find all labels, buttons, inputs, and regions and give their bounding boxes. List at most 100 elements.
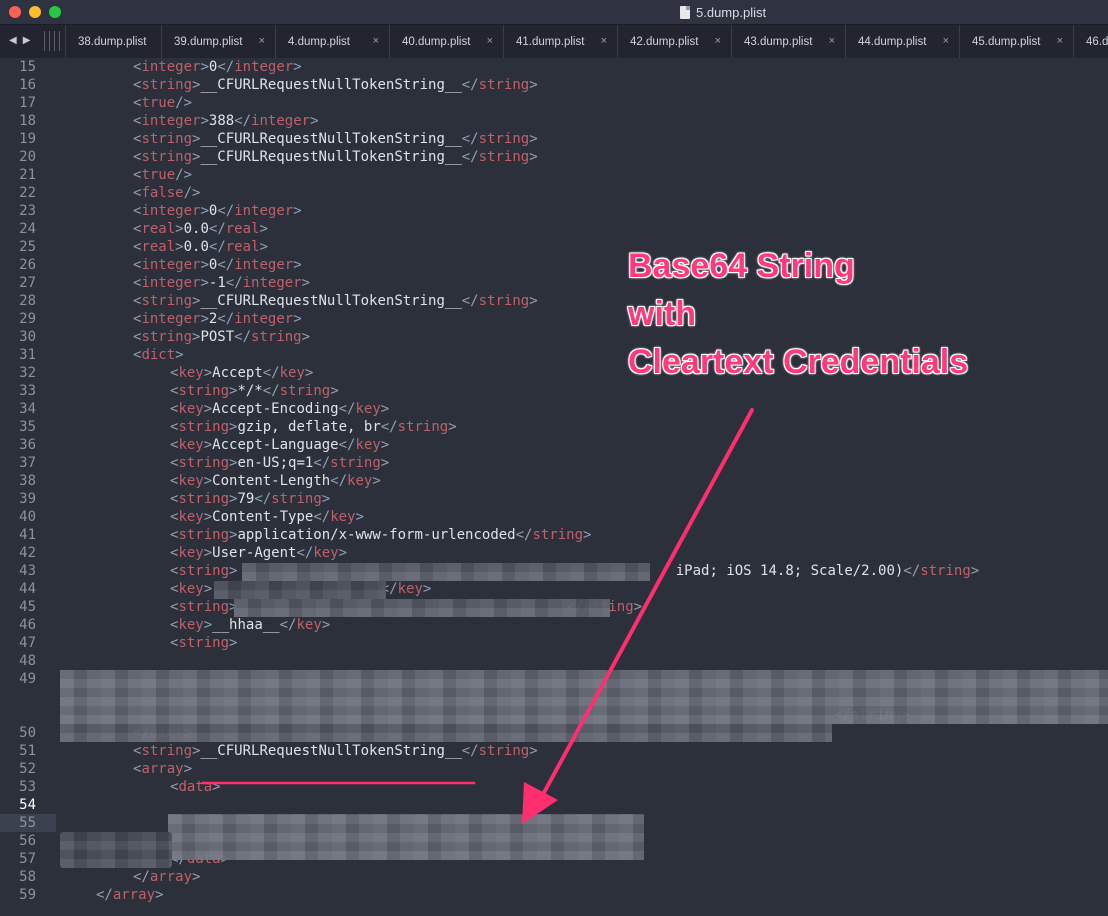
tab-6[interactable]: 43.dump.plist × <box>731 25 845 58</box>
tab-9[interactable]: 46.d <box>1073 25 1108 58</box>
code-line[interactable]: <string>__CFURLRequestNullTokenString__<… <box>133 742 538 760</box>
collapsed-tabs[interactable] <box>44 31 60 51</box>
code-line[interactable]: <string>gzip, deflate, br</string> <box>170 418 457 436</box>
code-line[interactable]: <string> <box>170 634 237 652</box>
tag-name: false <box>141 185 184 201</box>
code-text: 0.0 <box>183 239 209 255</box>
line-number: 23 <box>19 203 36 219</box>
tag-bracket: </ <box>254 491 272 507</box>
tag-bracket: > <box>293 59 302 75</box>
line-number: 22 <box>19 185 36 201</box>
tab-0[interactable]: 38.dump.plist <box>65 25 161 58</box>
title-bar: 5.dump.plist <box>0 0 1108 25</box>
code-line[interactable]: <string>POST</string> <box>133 328 310 346</box>
code-text: 79 <box>237 491 255 507</box>
tab-close-icon[interactable]: × <box>601 35 607 47</box>
tab-close-icon[interactable]: × <box>373 35 379 47</box>
code-editor[interactable]: 15 16 17 18 19 20 21 22 23 24 25 26 27 28 29 30 31 32 33 34… <box>0 58 1108 916</box>
tag-name: string <box>141 743 193 759</box>
tag-name: key <box>178 617 204 633</box>
tab-5[interactable]: 42.dump.plist × <box>617 25 731 58</box>
redacted-base64-string-tail <box>60 724 832 742</box>
tag-bracket: > <box>229 635 238 651</box>
code-line[interactable]: <integer>-1</integer> <box>133 274 310 292</box>
tag-name: string <box>330 455 381 471</box>
collapsed-tab[interactable] <box>49 31 50 51</box>
code-line[interactable]: <string>__CFURLRequestNullTokenString__<… <box>133 130 538 148</box>
tab-8[interactable]: 45.dump.plist × <box>959 25 1073 58</box>
tag-bracket: > <box>203 473 213 489</box>
code-line[interactable]: </array> <box>133 868 200 886</box>
tab-close-icon[interactable]: × <box>829 35 835 47</box>
tab-label: 44.dump.plist <box>858 35 927 48</box>
code-line[interactable]: <integer>0</integer> <box>133 202 302 220</box>
code-text: */* <box>237 383 263 399</box>
line-number: 18 <box>19 113 36 129</box>
line-number: 17 <box>19 95 36 111</box>
tab-2[interactable]: 4.dump.plist × <box>275 25 389 58</box>
tab-1[interactable]: 39.dump.plist × <box>161 25 275 58</box>
code-line[interactable]: <string>__CFURLRequestNullTokenString__<… <box>133 148 538 166</box>
line-number: 49 <box>19 671 36 687</box>
code-line[interactable]: <string>79</string> <box>170 490 330 508</box>
collapsed-tab[interactable] <box>44 31 45 51</box>
code-line[interactable]: <data> <box>170 778 221 796</box>
collapsed-tab[interactable] <box>54 31 55 51</box>
tab-close-icon[interactable]: × <box>943 35 949 47</box>
code-line[interactable]: <string>application/x-www-form-urlencode… <box>170 526 591 544</box>
code-line[interactable]: <key>__hhaa__</key> <box>170 616 330 634</box>
code-line[interactable]: <key>Content-Length</key> <box>170 472 381 490</box>
tab-3[interactable]: 40.dump.plist × <box>389 25 503 58</box>
code-line[interactable]: <integer>0</integer> <box>133 58 302 76</box>
code-line[interactable]: <string>en-US;q=1</string> <box>170 454 389 472</box>
tab-4[interactable]: 41.dump.plist × <box>503 25 617 58</box>
tab-forward-arrow-icon[interactable]: ▶ <box>23 34 31 48</box>
tab-close-icon[interactable]: × <box>715 35 721 47</box>
tag-bracket: </ <box>515 527 533 543</box>
tab-7[interactable]: 44.dump.plist × <box>845 25 959 58</box>
tag-bracket: > <box>203 581 213 597</box>
code-line[interactable]: <key>Accept-Language</key> <box>170 436 389 454</box>
line-number: 20 <box>19 149 36 165</box>
code-line[interactable]: <integer>388</integer> <box>133 112 319 130</box>
tag-name: key <box>355 401 381 417</box>
line-number: 33 <box>19 383 36 399</box>
code-line[interactable]: <key>Content-Type</key> <box>170 508 364 526</box>
code-line[interactable]: <real>0.0</real> <box>133 220 268 238</box>
code-line[interactable]: <integer>2</integer> <box>133 310 302 328</box>
code-line[interactable]: <key>User-Agent</key> <box>170 544 347 562</box>
code-text: __CFURLRequestNullTokenString__ <box>200 293 462 309</box>
tag-bracket: > <box>155 887 164 903</box>
annotation-line-3: Cleartext Credentials <box>628 343 969 381</box>
tag-bracket: > <box>529 131 538 147</box>
code-line[interactable]: <integer>0</integer> <box>133 256 302 274</box>
tag-name: key <box>178 365 204 381</box>
tag-name: string <box>178 383 230 399</box>
code-line[interactable]: <false/> <box>133 184 200 202</box>
code-line[interactable]: <array> <box>133 760 192 778</box>
zoom-window-button[interactable] <box>49 6 61 18</box>
code-line[interactable]: <key>Accept-Encoding</key> <box>170 400 389 418</box>
code-line[interactable]: <real>0.0</real> <box>133 238 268 256</box>
code-line[interactable]: <key>Accept</key> <box>170 364 313 382</box>
tag-name: key <box>355 437 381 453</box>
code-line[interactable]: </array> <box>96 886 163 904</box>
tag-name: string <box>141 131 193 147</box>
collapsed-tab[interactable] <box>59 31 60 51</box>
code-line[interactable]: <dict> <box>133 346 184 364</box>
code-line[interactable]: <string>__CFURLRequestNullTokenString__<… <box>133 76 538 94</box>
close-window-button[interactable] <box>9 6 21 18</box>
tab-close-icon[interactable]: × <box>1057 35 1063 47</box>
tab-close-icon[interactable]: × <box>259 35 265 47</box>
tab-back-arrow-icon[interactable]: ◀ <box>9 34 17 48</box>
code-line[interactable]: <string>*/*</string> <box>170 382 339 400</box>
minimize-window-button[interactable] <box>29 6 41 18</box>
tag-bracket: > <box>293 257 302 273</box>
tab-close-icon[interactable]: × <box>487 35 493 47</box>
code-line[interactable]: <true/> <box>133 166 192 184</box>
redacted-data-blob <box>168 814 644 860</box>
code-line[interactable]: <string>__CFURLRequestNullTokenString__<… <box>133 292 538 310</box>
tab-label: 46.d <box>1086 35 1108 48</box>
tag-name: key <box>330 509 356 525</box>
code-line[interactable]: <true/> <box>133 94 192 112</box>
